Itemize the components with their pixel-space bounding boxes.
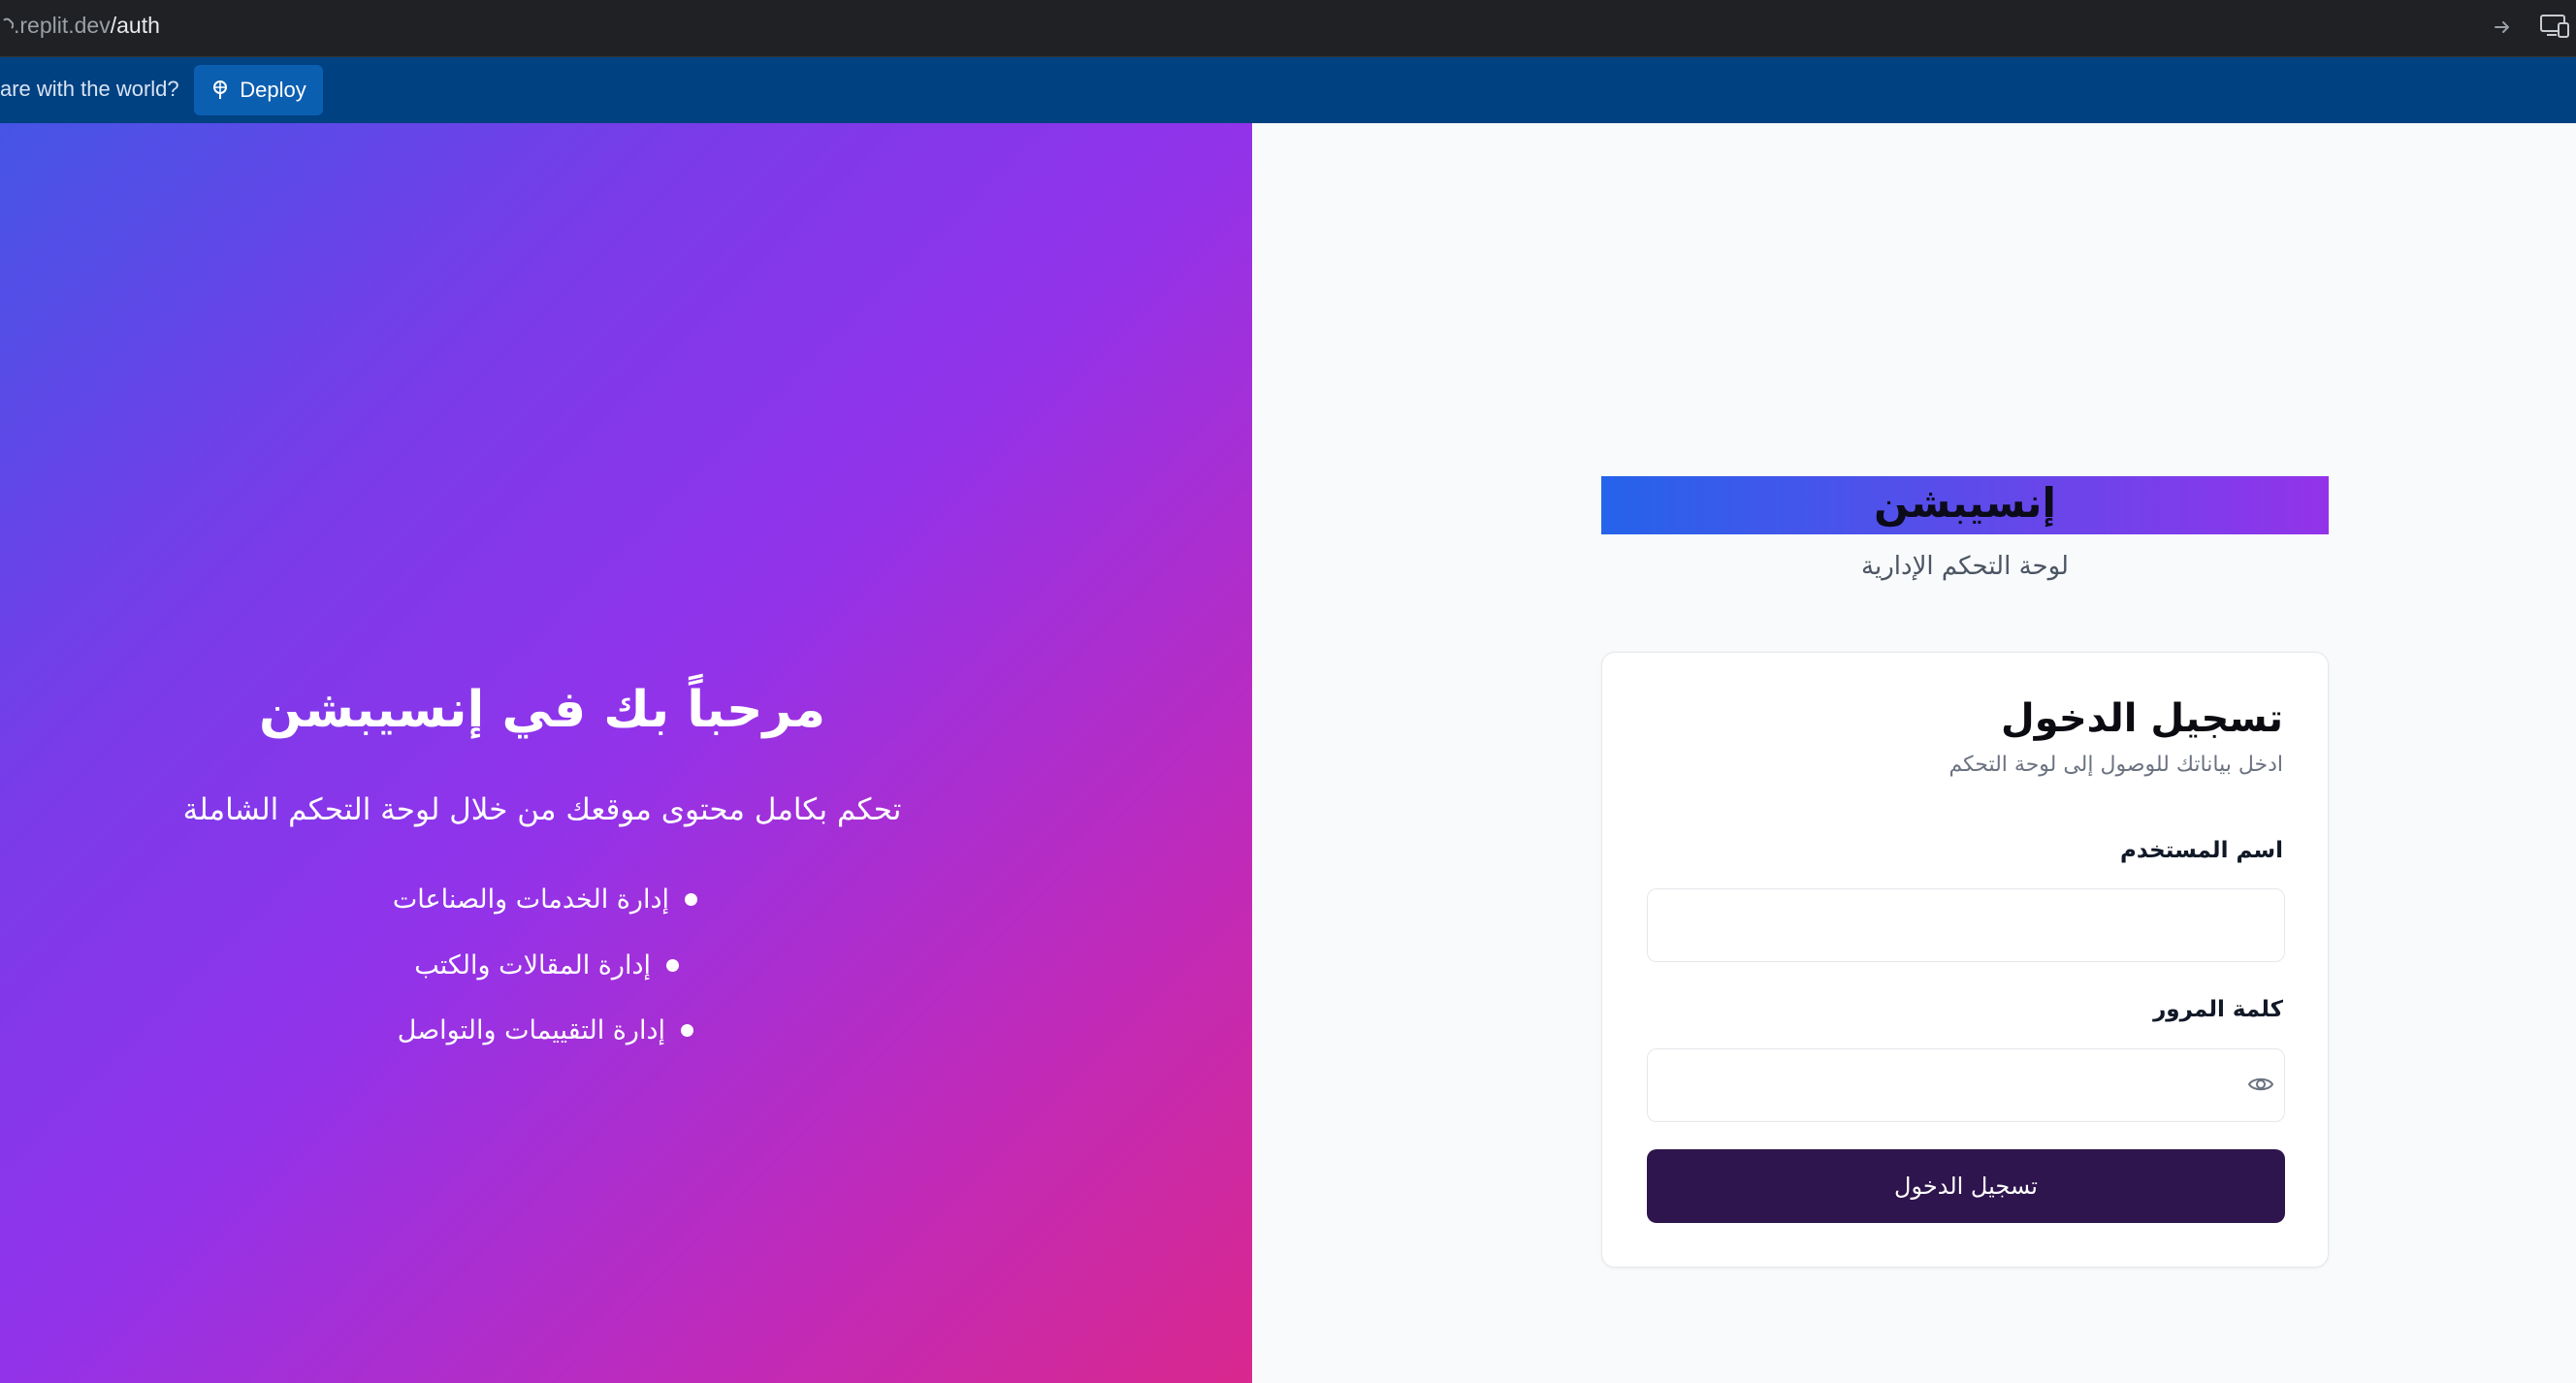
feature-item: إدارة المقالات والكتب (414, 946, 679, 984)
password-input[interactable] (1647, 1048, 2285, 1122)
hero-subtitle: تحكم بكامل محتوى موقعك من خلال لوحة التح… (182, 792, 902, 827)
login-card: تسجيل الدخول ادخل بياناتك للوصول إلى لوح… (1601, 652, 2329, 1268)
bullet-icon (666, 958, 679, 972)
username-input[interactable] (1647, 888, 2285, 962)
brand-subtitle: لوحة التحكم الإدارية (1861, 552, 2069, 581)
login-submit-button[interactable]: تسجيل الدخول (1647, 1149, 2285, 1223)
deploy-button[interactable]: Deploy (194, 65, 323, 115)
welcome-hero-panel: مرحباً بك في إنسيبشن تحكم بكامل محتوى مو… (0, 123, 1252, 1383)
navigate-arrow-icon[interactable] (2489, 14, 2516, 41)
username-label: اسم المستخدم (2120, 838, 2283, 863)
feature-item: إدارة الخدمات والصناعات (393, 880, 697, 918)
url-display[interactable]: .replit.dev/auth (0, 10, 160, 41)
screen-devices-icon[interactable] (2539, 12, 2572, 41)
show-password-eye-icon[interactable] (2246, 1070, 2275, 1099)
feature-label: إدارة التقييمات والتواصل (397, 1014, 665, 1045)
feature-label: إدارة الخدمات والصناعات (392, 884, 669, 915)
link-icon (3, 17, 15, 29)
url-host: .replit.dev (14, 13, 111, 38)
hero-title: مرحباً بك في إنسيبشن (258, 681, 826, 739)
brand-name: إنسيبشن (1874, 479, 2056, 527)
password-label: كلمة المرور (2153, 997, 2283, 1022)
browser-address-bar[interactable]: .replit.dev/auth (0, 0, 2576, 57)
feature-item: إدارة التقييمات والتواصل (398, 1011, 693, 1049)
bullet-icon (685, 892, 697, 906)
bullet-icon (681, 1023, 693, 1037)
deploy-icon (213, 80, 228, 99)
feature-label: إدارة المقالات والكتب (414, 949, 651, 981)
deploy-label: Deploy (240, 78, 306, 102)
share-prompt-text: are with the world? (0, 77, 179, 101)
login-description: ادخل بياناتك للوصول إلى لوحة التحكم (1948, 753, 2283, 777)
deploy-bar: are with the world? Deploy (0, 57, 2576, 123)
login-title: تسجيل الدخول (2001, 696, 2283, 741)
url-path: /auth (110, 13, 160, 38)
